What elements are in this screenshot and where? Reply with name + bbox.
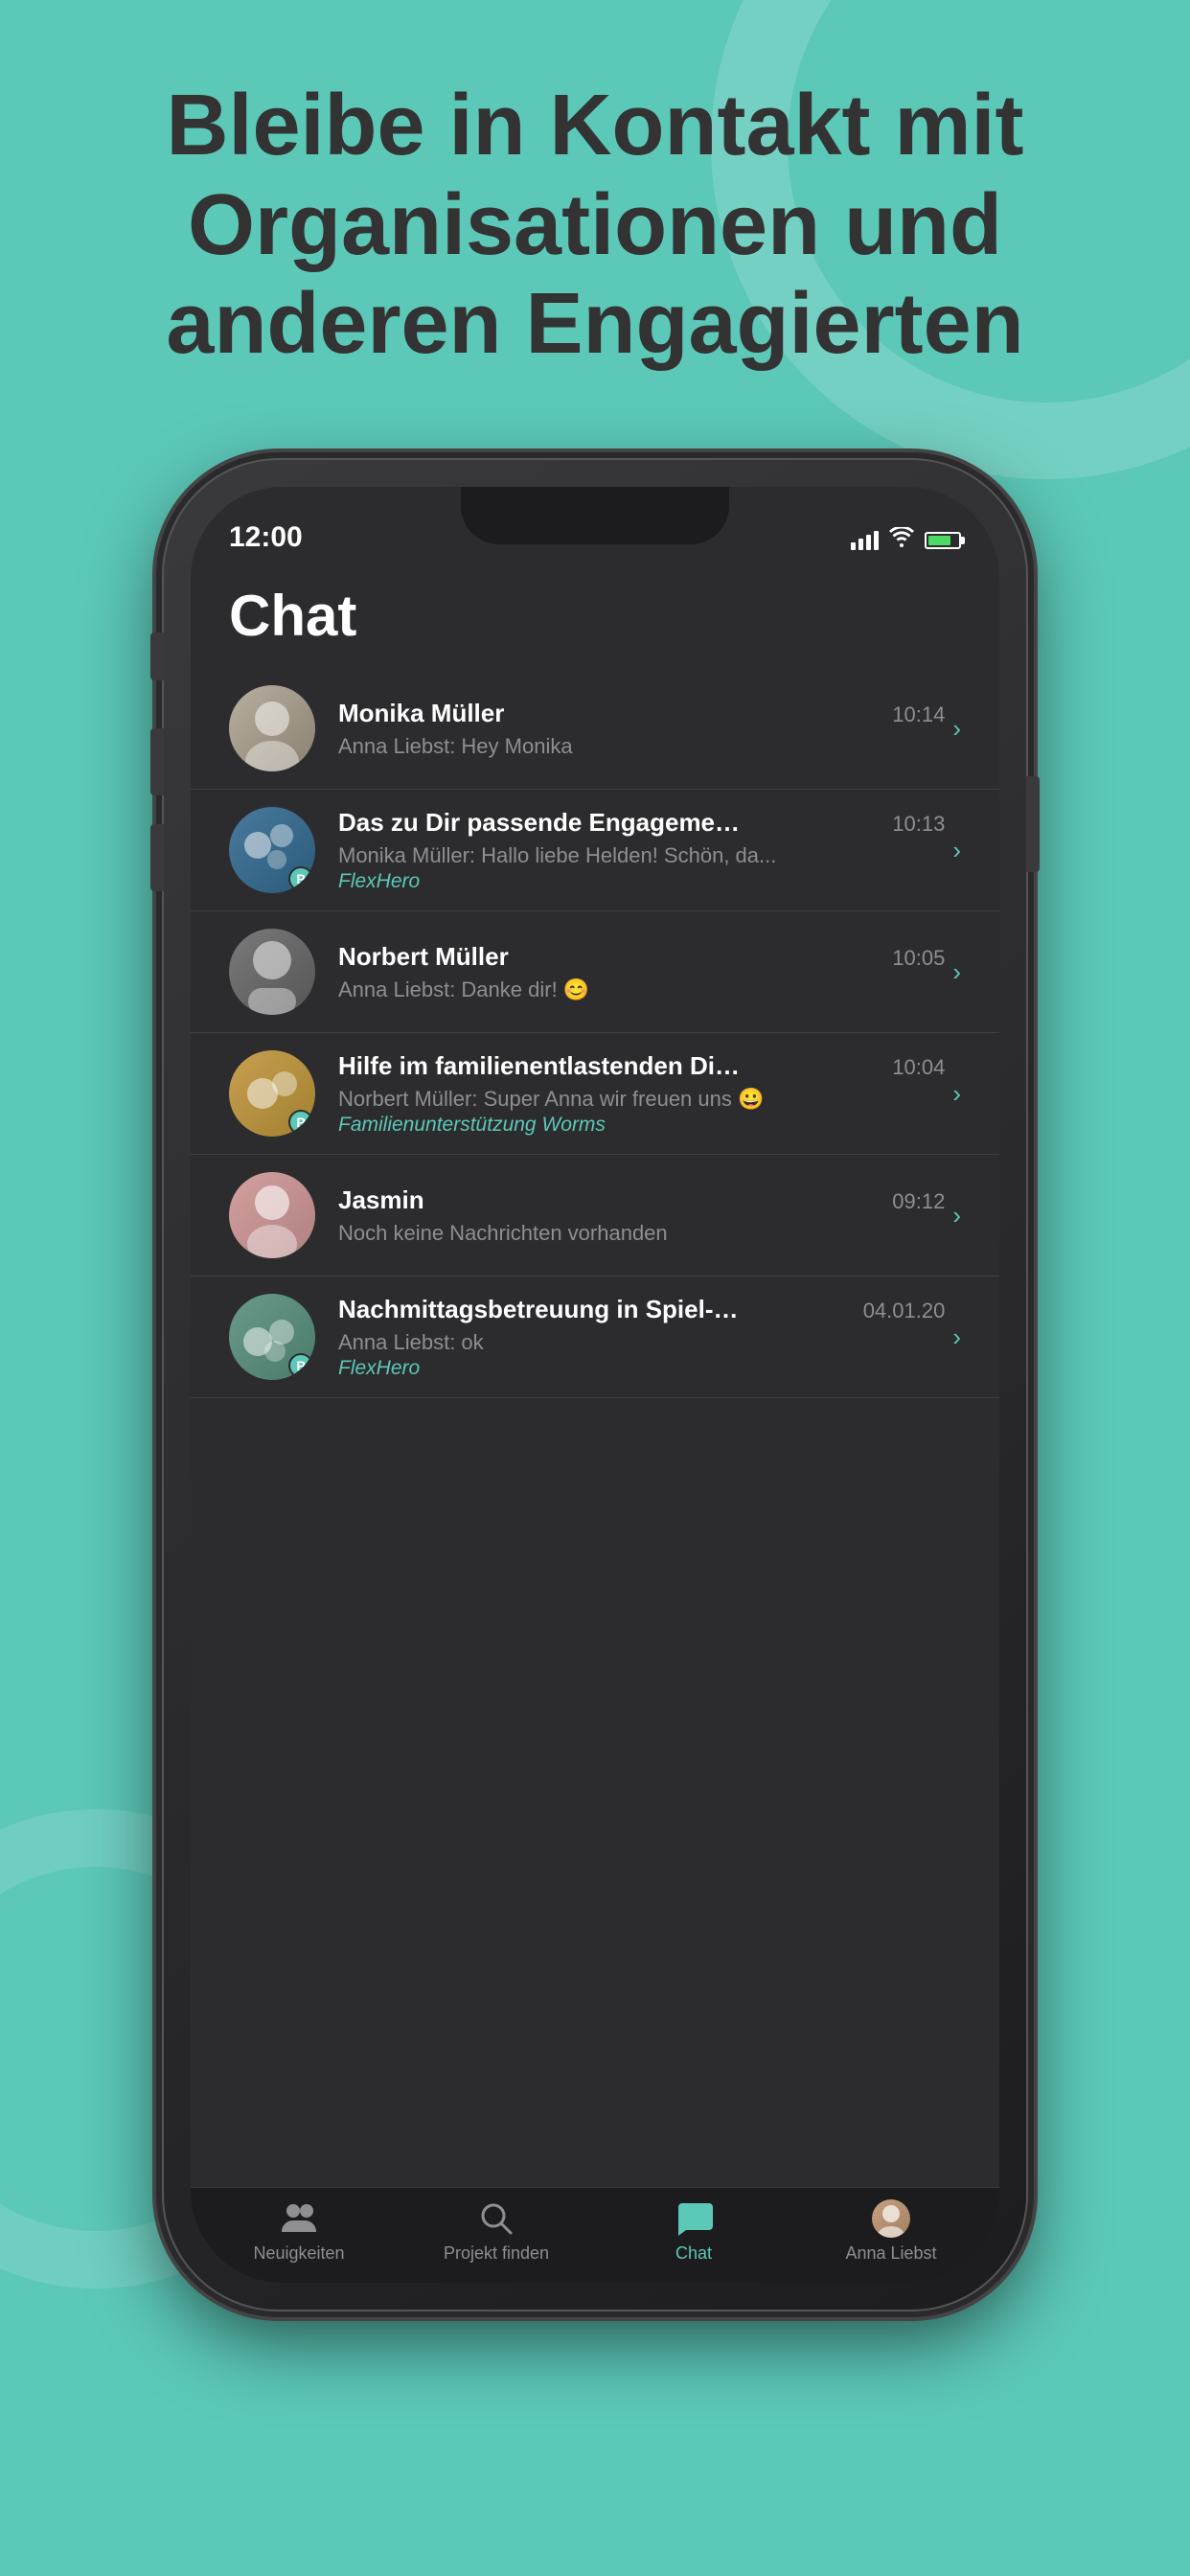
power-button [1026, 776, 1040, 872]
chevron-icon: › [952, 1322, 961, 1352]
chat-info-norbert: Norbert Müller 10:05 Anna Liebst: Danke … [338, 942, 945, 1002]
headline-text: Bleibe in Kontakt mit Organisationen und… [57, 77, 1133, 375]
chat-name-hilfe: Hilfe im familienentlastenden Dienst [338, 1051, 741, 1081]
phone-shell: 12:00 [164, 460, 1026, 2310]
avatar-norbert [229, 929, 315, 1015]
avatar-engagement: P [229, 807, 315, 893]
chat-name-engagement: Das zu Dir passende Engagement! [338, 808, 741, 838]
chat-info-jasmin: Jasmin 09:12 Noch keine Nachrichten vorh… [338, 1185, 945, 1246]
headline-section: Bleibe in Kontakt mit Organisationen und… [0, 77, 1190, 375]
chat-subtitle-engagement: FlexHero [338, 870, 945, 893]
chevron-icon: › [952, 836, 961, 865]
phone-screen: 12:00 [191, 487, 999, 2283]
avatar-jasmin [229, 1172, 315, 1258]
chat-item-norbert[interactable]: Norbert Müller 10:05 Anna Liebst: Danke … [191, 911, 999, 1033]
chat-info-engagement: Das zu Dir passende Engagement! 10:13 Mo… [338, 808, 945, 893]
notch [461, 487, 729, 544]
chevron-icon: › [952, 957, 961, 987]
avatar-hilfe: P [229, 1050, 315, 1137]
chat-time-norbert: 10:05 [892, 946, 945, 971]
chat-info-monika: Monika Müller 10:14 Anna Liebst: Hey Mon… [338, 699, 945, 759]
tab-chat[interactable]: Chat [595, 2197, 792, 2264]
avatar-badge-engagement: P [288, 866, 313, 891]
chat-preview-norbert: Anna Liebst: Danke dir! 😊 [338, 978, 846, 1002]
volume-up-button [150, 728, 164, 795]
avatar-badge-hilfe: P [288, 1110, 313, 1135]
avatar-badge-nachmittag: P [288, 1353, 313, 1378]
chat-name-jasmin: Jasmin [338, 1185, 424, 1215]
chat-item-monika[interactable]: Monika Müller 10:14 Anna Liebst: Hey Mon… [191, 668, 999, 790]
tab-label-anna-liebst: Anna Liebst [845, 2243, 936, 2264]
search-icon [475, 2197, 517, 2240]
chat-preview-nachmittag: Anna Liebst: ok [338, 1330, 846, 1355]
chat-name-nachmittag: Nachmittagsbetreuung in Spiel- ... [338, 1295, 741, 1324]
profile-icon [870, 2197, 912, 2240]
chat-item-hilfe[interactable]: P Hilfe im familienentlastenden Dienst 1… [191, 1033, 999, 1155]
tab-label-projekt-finden: Projekt finden [444, 2243, 549, 2264]
chat-item-jasmin[interactable]: Jasmin 09:12 Noch keine Nachrichten vorh… [191, 1155, 999, 1276]
tab-label-neuigkeiten: Neuigkeiten [253, 2243, 344, 2264]
phone-mockup: 12:00 [164, 460, 1026, 2310]
chat-preview-monika: Anna Liebst: Hey Monika [338, 734, 846, 759]
chat-name-norbert: Norbert Müller [338, 942, 509, 972]
chat-info-nachmittag: Nachmittagsbetreuung in Spiel- ... 04.01… [338, 1295, 945, 1380]
chat-time-jasmin: 09:12 [892, 1189, 945, 1214]
chat-screen-title: Chat [191, 564, 999, 668]
chat-icon [673, 2197, 715, 2240]
chat-preview-engagement: Monika Müller: Hallo liebe Helden! Schön… [338, 843, 846, 868]
chat-subtitle-nachmittag: FlexHero [338, 1357, 945, 1380]
avatar-nachmittag: P [229, 1294, 315, 1380]
chat-time-monika: 10:14 [892, 702, 945, 727]
chat-info-hilfe: Hilfe im familienentlastenden Dienst 10:… [338, 1051, 945, 1137]
chevron-icon: › [952, 1201, 961, 1230]
chat-item-nachmittag[interactable]: P Nachmittagsbetreuung in Spiel- ... 04.… [191, 1276, 999, 1398]
app-content: Chat [191, 564, 999, 2187]
chevron-icon: › [952, 1079, 961, 1109]
chat-time-engagement: 10:13 [892, 812, 945, 837]
status-icons [851, 527, 961, 554]
chat-preview-jasmin: Noch keine Nachrichten vorhanden [338, 1221, 846, 1246]
wifi-icon [888, 527, 915, 554]
tab-projekt-finden[interactable]: Projekt finden [398, 2197, 595, 2264]
people-icon [278, 2197, 320, 2240]
chat-name-monika: Monika Müller [338, 699, 504, 728]
tab-anna-liebst[interactable]: Anna Liebst [792, 2197, 990, 2264]
status-time: 12:00 [229, 521, 303, 554]
chat-preview-hilfe: Norbert Müller: Super Anna wir freuen un… [338, 1087, 846, 1112]
tab-neuigkeiten[interactable]: Neuigkeiten [200, 2197, 398, 2264]
battery-icon [925, 532, 961, 549]
avatar-monika [229, 685, 315, 771]
signal-bars-icon [851, 531, 879, 550]
chat-subtitle-hilfe: Familienunterstützung Worms [338, 1114, 945, 1137]
tab-label-chat: Chat [675, 2243, 712, 2264]
chat-time-hilfe: 10:04 [892, 1055, 945, 1080]
volume-down-button [150, 824, 164, 891]
chevron-icon: › [952, 714, 961, 744]
chat-item-engagement[interactable]: P Das zu Dir passende Engagement! 10:13 … [191, 790, 999, 911]
chat-list: Monika Müller 10:14 Anna Liebst: Hey Mon… [191, 668, 999, 1398]
mute-switch [150, 632, 164, 680]
chat-time-nachmittag: 04.01.20 [863, 1299, 946, 1323]
tab-bar: Neuigkeiten Projekt finden [191, 2187, 999, 2283]
